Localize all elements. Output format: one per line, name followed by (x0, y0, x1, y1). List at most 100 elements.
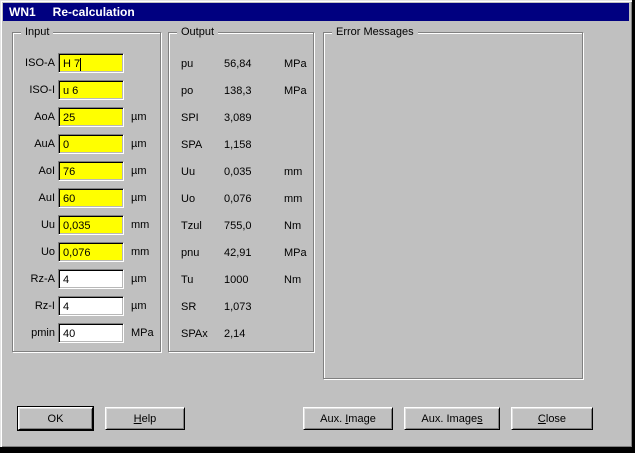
output-row-label: pu (181, 58, 224, 70)
input-field-value: 0,076 (63, 247, 91, 259)
ok-button[interactable]: OK (18, 407, 93, 430)
text-cursor (80, 58, 81, 71)
output-row-value: 1,073 (224, 301, 284, 313)
input-group: Input ISO-A H 7 ISO-I u 6 AoA 25 µm AuA … (12, 32, 161, 352)
output-row-label: Uo (181, 193, 224, 205)
output-row-value: 1,158 (224, 139, 284, 151)
output-row-label: Uu (181, 166, 224, 178)
input-field-unit: mm (131, 219, 149, 231)
input-row: AuA 0 µm (13, 134, 160, 154)
input-field-label: AoI (13, 165, 55, 177)
input-field-unit: MPa (131, 327, 154, 339)
input-field[interactable]: 0 (58, 134, 124, 154)
input-row: Uo 0,076 mm (13, 242, 160, 262)
input-row: pmin 40 MPa (13, 323, 160, 343)
output-row: SPAx 2,14 (169, 320, 313, 347)
input-field[interactable]: u 6 (58, 80, 124, 100)
output-row-unit: Nm (284, 274, 301, 286)
input-row: ISO-A H 7 (13, 53, 160, 73)
input-field-label: AoA (13, 111, 55, 123)
input-field-value: 0 (63, 139, 69, 151)
input-field-label: Uo (13, 246, 55, 258)
output-row: pnu 42,91 MPa (169, 239, 313, 266)
output-row-value: 56,84 (224, 58, 284, 70)
output-group: Output pu 56,84 MPa po 138,3 MPa SPI 3,0… (168, 32, 314, 352)
title-bar[interactable]: WN1 Re-calculation (3, 3, 629, 21)
output-row-value: 2,14 (224, 328, 284, 340)
output-row-value: 138,3 (224, 85, 284, 97)
output-row-label: SPI (181, 112, 224, 124)
output-row: Tzul 755,0 Nm (169, 212, 313, 239)
output-row-value: 0,035 (224, 166, 284, 178)
output-row-label: SR (181, 301, 224, 313)
output-row: Uo 0,076 mm (169, 185, 313, 212)
output-row-unit: Nm (284, 220, 301, 232)
input-field-value: 4 (63, 274, 69, 286)
input-field[interactable]: 4 (58, 269, 124, 289)
output-row-label: Tzul (181, 220, 224, 232)
help-button[interactable]: Help (105, 407, 185, 430)
input-field-unit: µm (131, 192, 147, 204)
aux-images-button[interactable]: Aux. Images (404, 407, 500, 430)
input-field-value: u 6 (63, 85, 78, 97)
dialog-window: WN1 Re-calculation Input ISO-A H 7 ISO-I… (0, 0, 635, 453)
input-field[interactable]: 40 (58, 323, 124, 343)
input-group-label: Input (21, 26, 53, 39)
input-field[interactable]: 60 (58, 188, 124, 208)
input-field-value: 25 (63, 112, 75, 124)
input-field[interactable]: H 7 (58, 53, 124, 73)
output-row-label: SPA (181, 139, 224, 151)
input-field-label: ISO-A (13, 57, 55, 69)
input-field-value: 76 (63, 166, 75, 178)
input-row: AoA 25 µm (13, 107, 160, 127)
input-field-value: 4 (63, 301, 69, 313)
input-row: ISO-I u 6 (13, 80, 160, 100)
output-row-unit: mm (284, 193, 302, 205)
title-text: Re-calculation (53, 5, 135, 19)
input-field[interactable]: 76 (58, 161, 124, 181)
input-field-label: Rz-A (13, 273, 55, 285)
input-field[interactable]: 0,076 (58, 242, 124, 262)
input-field-unit: µm (131, 138, 147, 150)
output-row-value: 3,089 (224, 112, 284, 124)
input-field-label: ISO-I (13, 84, 55, 96)
output-row: SPI 3,089 (169, 104, 313, 131)
output-rows: pu 56,84 MPa po 138,3 MPa SPI 3,089 SPA … (169, 50, 313, 347)
error-messages-group-label: Error Messages (332, 26, 418, 39)
error-messages-content (328, 45, 578, 374)
input-field-label: Uu (13, 219, 55, 231)
input-field-unit: mm (131, 246, 149, 258)
error-messages-group: Error Messages (323, 32, 583, 379)
input-field-value: H 7 (63, 58, 80, 70)
input-field[interactable]: 4 (58, 296, 124, 316)
input-row: AoI 76 µm (13, 161, 160, 181)
output-row: SR 1,073 (169, 293, 313, 320)
input-field[interactable]: 25 (58, 107, 124, 127)
input-field-value: 0,035 (63, 220, 91, 232)
output-group-label: Output (177, 26, 218, 39)
input-field-unit: µm (131, 273, 147, 285)
output-row-value: 755,0 (224, 220, 284, 232)
output-row-value: 1000 (224, 274, 284, 286)
input-row: Rz-A 4 µm (13, 269, 160, 289)
input-field-unit: µm (131, 300, 147, 312)
output-row-unit: mm (284, 166, 302, 178)
input-field-value: 60 (63, 193, 75, 205)
aux-image-button[interactable]: Aux. Image (303, 407, 393, 430)
input-field-label: pmin (13, 327, 55, 339)
title-app-name: WN1 (9, 5, 36, 19)
output-row-label: Tu (181, 274, 224, 286)
output-row-label: po (181, 85, 224, 97)
close-button[interactable]: Close (511, 407, 593, 430)
input-row: AuI 60 µm (13, 188, 160, 208)
output-row-unit: MPa (284, 58, 307, 70)
output-row: pu 56,84 MPa (169, 50, 313, 77)
output-row-unit: MPa (284, 247, 307, 259)
output-row: SPA 1,158 (169, 131, 313, 158)
input-field-label: AuI (13, 192, 55, 204)
output-row-label: SPAx (181, 328, 224, 340)
input-field[interactable]: 0,035 (58, 215, 124, 235)
output-row-value: 0,076 (224, 193, 284, 205)
output-row-label: pnu (181, 247, 224, 259)
output-row: Uu 0,035 mm (169, 158, 313, 185)
